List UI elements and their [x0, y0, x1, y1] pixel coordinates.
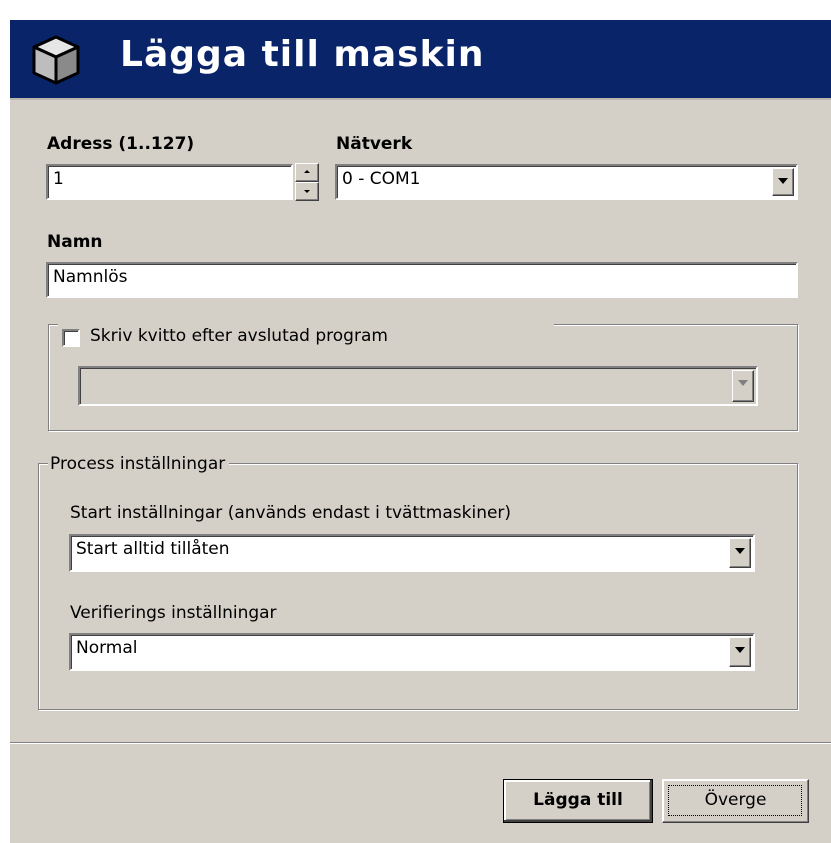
add-button[interactable]: Lägga till — [503, 779, 653, 823]
receipt-legend: Skriv kvitto efter avslutad program — [58, 323, 554, 351]
verification-settings-value: Normal — [76, 638, 138, 658]
cube-icon — [32, 35, 80, 85]
network-label: Nätverk — [336, 134, 413, 154]
dialog-title: Lägga till maskin — [120, 34, 485, 75]
address-spinner[interactable] — [295, 163, 319, 201]
start-settings-select[interactable]: Start alltid tillåten — [69, 534, 755, 572]
address-label: Adress (1..127) — [47, 134, 195, 154]
verification-settings-dropdown-button[interactable] — [729, 637, 751, 667]
network-select[interactable]: 0 - COM1 — [335, 164, 798, 200]
process-group-label: Process inställningar — [48, 454, 230, 474]
receipt-checkbox-label: Skriv kvitto efter avslutad program — [90, 326, 388, 346]
start-settings-label: Start inställningar (används endast i tv… — [70, 503, 512, 523]
name-input[interactable]: Namnlös — [46, 262, 798, 298]
spin-up-button[interactable] — [295, 163, 319, 182]
cancel-button-label: Överge — [704, 790, 767, 810]
cancel-button[interactable]: Överge — [662, 779, 809, 823]
address-value: 1 — [53, 169, 64, 189]
process-group — [38, 463, 798, 710]
name-value: Namnlös — [53, 267, 128, 287]
verification-settings-select[interactable]: Normal — [69, 633, 755, 671]
start-settings-dropdown-button[interactable] — [729, 538, 751, 568]
receipt-dropdown-button[interactable] — [732, 370, 754, 402]
receipt-checkbox[interactable] — [62, 329, 80, 347]
add-machine-dialog: Lägga till maskin Adress (1..127) 1 Nätv… — [10, 20, 831, 843]
add-button-label: Lägga till — [533, 790, 623, 810]
address-input[interactable]: 1 — [46, 164, 293, 200]
verification-settings-label: Verifierings inställningar — [70, 603, 277, 623]
network-selected-value: 0 - COM1 — [342, 169, 421, 189]
start-settings-value: Start alltid tillåten — [76, 539, 230, 559]
footer-separator — [10, 742, 831, 744]
receipt-select[interactable] — [78, 366, 758, 406]
spin-down-button[interactable] — [295, 182, 319, 201]
network-dropdown-button[interactable] — [772, 168, 794, 196]
name-label: Namn — [47, 232, 103, 252]
title-bar: Lägga till maskin — [10, 20, 831, 100]
